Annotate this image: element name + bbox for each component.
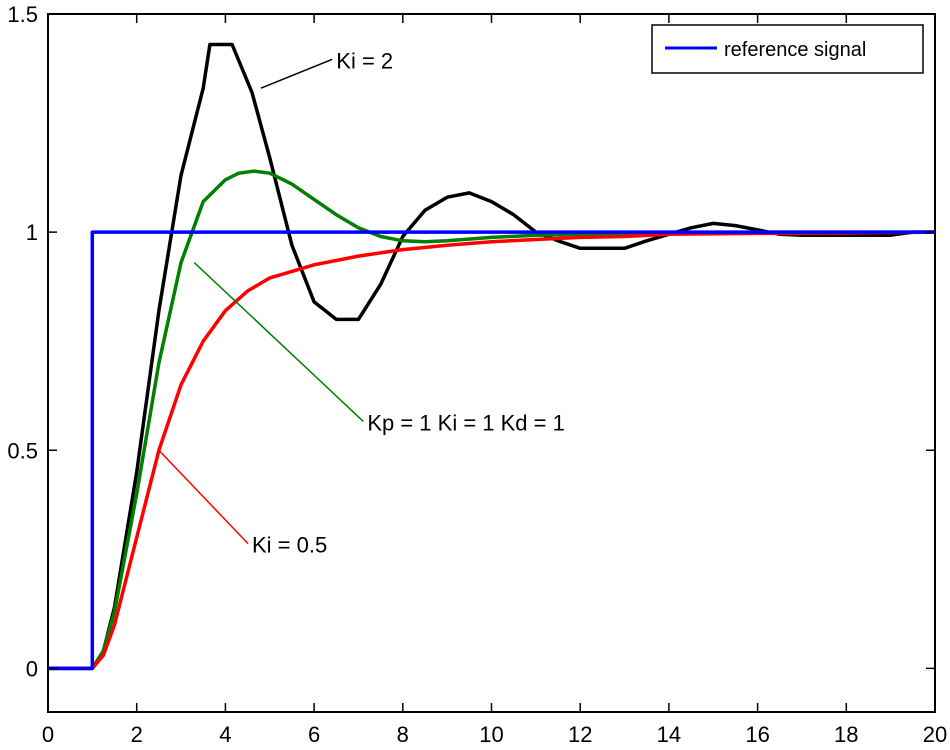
legend: reference signal bbox=[651, 24, 924, 74]
legend-label-reference-signal: reference signal bbox=[724, 39, 866, 61]
x-tick-label: 10 bbox=[479, 722, 503, 747]
y-tick-label: 1.5 bbox=[7, 2, 38, 27]
x-tick-label: 14 bbox=[657, 722, 681, 747]
annotation-label-kp-1-ki-1-kd-1: Kp = 1 Ki = 1 Kd = 1 bbox=[367, 410, 565, 435]
y-tick-label: 0 bbox=[26, 656, 38, 681]
annotation-label-ki-0-5: Ki = 0.5 bbox=[252, 533, 327, 558]
x-tick-label: 6 bbox=[308, 722, 320, 747]
x-tick-label: 12 bbox=[568, 722, 592, 747]
y-tick-label: 1 bbox=[26, 220, 38, 245]
x-tick-label: 16 bbox=[745, 722, 769, 747]
y-tick-label: 0.5 bbox=[7, 438, 38, 463]
x-tick-label: 4 bbox=[219, 722, 231, 747]
plot-area bbox=[47, 13, 936, 713]
x-tick-label: 2 bbox=[131, 722, 143, 747]
pid-response-chart: Ki = 2 Kp = 1 Ki = 1 Kd = 1 Ki = 0.5 0 2 4 6 8… bbox=[7, 2, 947, 747]
x-tick-label: 20 bbox=[923, 722, 947, 747]
x-tick-label: 8 bbox=[397, 722, 409, 747]
x-tick-label: 18 bbox=[834, 722, 858, 747]
annotation-label-ki-2: Ki = 2 bbox=[336, 48, 393, 73]
x-tick-label: 0 bbox=[42, 722, 54, 747]
